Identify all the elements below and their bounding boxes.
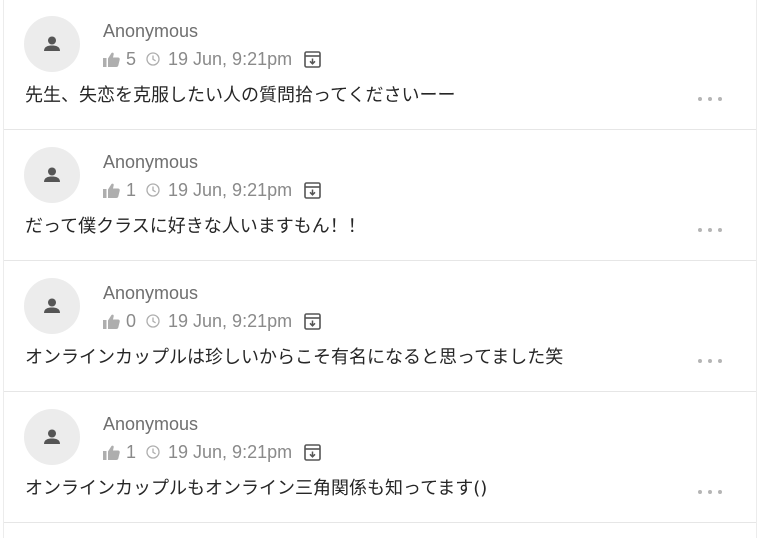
clock-icon	[146, 445, 160, 459]
author-name: Anonymous	[103, 283, 199, 303]
person-icon	[44, 298, 60, 313]
post-meta: 0 19 Jun, 9:21pm	[103, 309, 321, 333]
post-card: Anonymous 5 19 Jun, 9:21pm 先生、失恋を克服したい人の…	[4, 0, 756, 130]
avatar[interactable]	[24, 278, 80, 334]
archive-box-icon[interactable]	[304, 50, 321, 68]
thumbs-up-icon[interactable]	[103, 314, 120, 329]
post-timestamp: 19 Jun, 9:21pm	[168, 310, 293, 331]
archive-box-icon[interactable]	[304, 443, 321, 461]
thumbs-up-icon[interactable]	[103, 183, 120, 198]
more-options-icon[interactable]	[698, 488, 722, 496]
post-text: オンラインカップルは珍しいからこそ有名になると思ってました笑	[25, 347, 564, 368]
like-count: 1	[126, 441, 137, 462]
post-timestamp: 19 Jun, 9:21pm	[168, 48, 293, 69]
post-card: Anonymous 1 19 Jun, 9:21pm オンラインカップルもオンラ…	[4, 393, 756, 523]
avatar[interactable]	[24, 409, 80, 465]
post-card: Anonymous 1 19 Jun, 9:21pm だって僕クラスに好きな人い…	[4, 131, 756, 261]
thumbs-up-icon[interactable]	[103, 52, 120, 67]
post-meta: 5 19 Jun, 9:21pm	[103, 47, 321, 71]
archive-box-icon[interactable]	[304, 312, 321, 330]
person-icon	[44, 36, 60, 51]
thumbs-up-icon[interactable]	[103, 445, 120, 460]
more-options-icon[interactable]	[698, 357, 722, 365]
like-count: 0	[126, 310, 137, 331]
person-icon	[44, 167, 60, 182]
post-meta: 1 19 Jun, 9:21pm	[103, 440, 321, 464]
post-text: だって僕クラスに好きな人いますもん！！	[25, 216, 366, 237]
post-text: オンラインカップルもオンライン三角関係も知ってます()	[25, 478, 488, 499]
avatar[interactable]	[24, 16, 80, 72]
more-options-icon[interactable]	[698, 226, 722, 234]
avatar[interactable]	[24, 147, 80, 203]
post-timestamp: 19 Jun, 9:21pm	[168, 441, 293, 462]
author-name: Anonymous	[103, 414, 199, 434]
archive-box-icon[interactable]	[304, 181, 321, 199]
post-feed: Anonymous 5 19 Jun, 9:21pm 先生、失恋を克服したい人の…	[3, 0, 757, 538]
post-timestamp: 19 Jun, 9:21pm	[168, 179, 293, 200]
clock-icon	[146, 183, 160, 197]
post-card: Anonymous 0 19 Jun, 9:21pm オンラインカップルは珍しい…	[4, 262, 756, 392]
author-name: Anonymous	[103, 21, 199, 41]
clock-icon	[146, 52, 160, 66]
clock-icon	[146, 314, 160, 328]
like-count: 5	[126, 48, 137, 69]
post-text: 先生、失恋を克服したい人の質問拾ってくださいーー	[25, 85, 456, 106]
author-name: Anonymous	[103, 152, 199, 172]
like-count: 1	[126, 179, 137, 200]
more-options-icon[interactable]	[698, 95, 722, 103]
post-meta: 1 19 Jun, 9:21pm	[103, 178, 321, 202]
person-icon	[44, 429, 60, 444]
